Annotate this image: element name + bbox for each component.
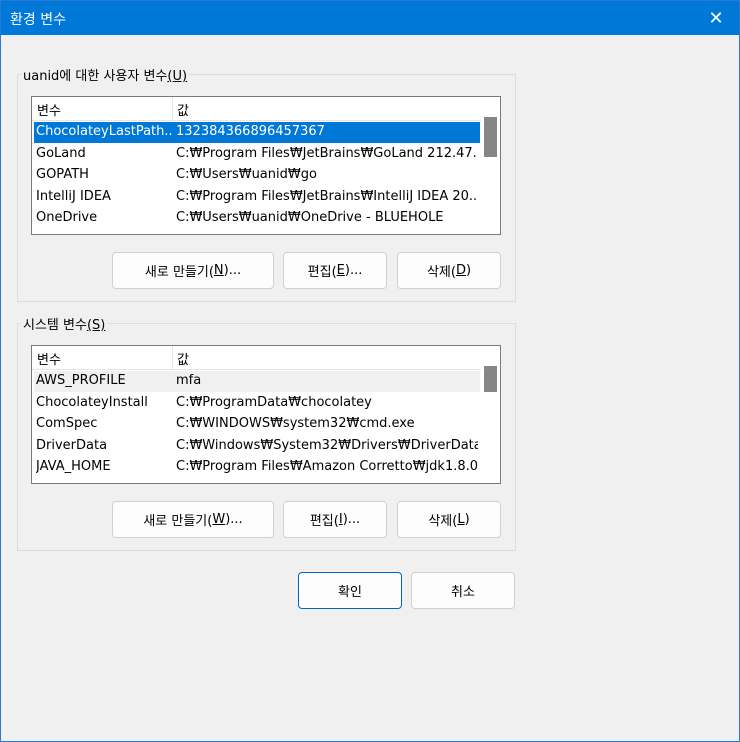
user-variables-list[interactable]: 변수 값 ChocolateyLastPath... 1323843668964…	[31, 96, 501, 235]
column-header-value[interactable]: 값	[177, 100, 189, 119]
variable-name: IntelliJ IDEA	[36, 189, 111, 204]
close-icon: ✕	[708, 7, 724, 29]
button-label-suffix: )...	[342, 512, 361, 527]
list-header: 변수 값	[32, 346, 500, 370]
variable-name: GOPATH	[36, 167, 89, 182]
variable-value: C:₩Program Files₩JetBrains₩GoLand 212.47…	[176, 146, 478, 161]
button-label: 편집(	[309, 514, 339, 529]
button-access-key: W	[212, 512, 226, 527]
button-label-suffix: )	[465, 263, 472, 278]
button-label-suffix: )	[464, 512, 470, 527]
button-access-key: E	[336, 263, 345, 278]
variable-name: DriverData	[36, 438, 108, 453]
variable-value: C:₩Program Files₩JetBrains₩IntelliJ IDEA…	[176, 189, 478, 204]
environment-variables-dialog: 환경 변수 ✕ uanid에 대한 사용자 변수(U) 변수 값 Chocola…	[0, 0, 740, 742]
column-header-value[interactable]: 값	[177, 349, 189, 368]
button-label: 삭제(	[428, 514, 458, 529]
system-delete-button[interactable]: 삭제(L)	[397, 501, 501, 538]
column-header-name[interactable]: 변수	[37, 349, 61, 368]
column-separator[interactable]	[172, 346, 173, 370]
button-access-key: D	[455, 263, 466, 278]
system-new-button[interactable]: 새로 만들기(W)...	[112, 501, 274, 538]
window-title: 환경 변수	[10, 12, 66, 28]
column-header-name[interactable]: 변수	[37, 100, 61, 119]
table-row[interactable]: ChocolateyLastPath... 132384366896457367	[34, 122, 480, 143]
scrollbar-thumb[interactable]	[484, 366, 497, 392]
button-access-key: L	[457, 512, 465, 527]
vertical-scrollbar[interactable]	[481, 97, 500, 234]
table-row[interactable]: JAVA_HOME C:₩Program Files₩Amazon Corret…	[34, 457, 480, 478]
vertical-scrollbar[interactable]	[481, 346, 500, 483]
button-label: 삭제(	[426, 265, 456, 280]
ok-button[interactable]: 확인	[298, 572, 402, 609]
table-row[interactable]: IntelliJ IDEA C:₩Program Files₩JetBrains…	[34, 187, 480, 208]
column-separator[interactable]	[172, 97, 173, 121]
button-label-suffix: )...	[225, 512, 243, 527]
system-variables-label: 시스템 변수(S)	[21, 314, 108, 333]
user-variables-label-key: (U)	[167, 69, 188, 84]
button-label: 취소	[451, 585, 475, 600]
button-access-key: N	[213, 263, 224, 278]
button-label: 확인	[338, 585, 362, 600]
system-variables-label-text: 시스템 변수	[23, 318, 87, 333]
user-edit-button[interactable]: 편집(E)...	[283, 252, 387, 289]
variable-value: C:₩Users₩uanid₩OneDrive - BLUEHOLE	[176, 210, 444, 225]
variable-name: OneDrive	[36, 210, 98, 225]
user-variables-label: uanid에 대한 사용자 변수(U)	[21, 65, 190, 84]
table-row[interactable]: OneDrive C:₩Users₩uanid₩OneDrive - BLUEH…	[34, 208, 480, 229]
table-row[interactable]: GOPATH C:₩Users₩uanid₩go	[34, 165, 480, 186]
user-delete-button[interactable]: 삭제(D)	[397, 252, 501, 289]
scrollbar-thumb[interactable]	[484, 117, 497, 157]
user-new-button[interactable]: 새로 만들기(N)...	[112, 252, 274, 289]
button-label: 편집(	[307, 265, 337, 280]
table-row[interactable]: DriverData C:₩Windows₩System32₩Drivers₩D…	[34, 436, 480, 457]
variable-name: AWS_PROFILE	[36, 373, 126, 388]
button-label-suffix: )...	[223, 263, 242, 278]
system-variables-list[interactable]: 변수 값 AWS_PROFILE mfa ChocolateyInstall C…	[31, 345, 501, 484]
variable-value: C:₩Users₩uanid₩go	[176, 167, 317, 182]
button-label: 새로 만들기(	[143, 514, 213, 529]
cancel-button[interactable]: 취소	[411, 572, 515, 609]
system-edit-button[interactable]: 편집(I)...	[283, 501, 387, 538]
list-header: 변수 값	[32, 97, 500, 121]
variable-value: C:₩Windows₩System32₩Drivers₩DriverData	[176, 438, 478, 453]
variable-value: mfa	[176, 373, 202, 388]
variable-name: JAVA_HOME	[36, 459, 111, 474]
table-row[interactable]: ComSpec C:₩WINDOWS₩system32₩cmd.exe	[34, 414, 480, 435]
title-bar: 환경 변수 ✕	[1, 1, 739, 35]
button-label: 새로 만들기(	[144, 265, 214, 280]
user-variables-label-text: uanid에 대한 사용자 변수	[23, 69, 168, 84]
variable-name: ChocolateyLastPath...	[36, 124, 172, 139]
variable-name: ChocolateyInstall	[36, 395, 148, 410]
table-row[interactable]: GoLand C:₩Program Files₩JetBrains₩GoLand…	[34, 144, 480, 165]
variable-value: C:₩Program Files₩Amazon Corretto₩jdk1.8.…	[176, 459, 478, 474]
close-button[interactable]: ✕	[693, 1, 739, 35]
variable-name: ComSpec	[36, 416, 98, 431]
variable-value: C:₩WINDOWS₩system32₩cmd.exe	[176, 416, 415, 431]
table-row[interactable]: AWS_PROFILE mfa	[34, 371, 480, 392]
system-variables-label-key: (S)	[86, 318, 106, 333]
button-label-suffix: )...	[344, 263, 363, 278]
table-row[interactable]: ChocolateyInstall C:₩ProgramData₩chocola…	[34, 393, 480, 414]
variable-name: GoLand	[36, 146, 86, 161]
variable-value: C:₩ProgramData₩chocolatey	[176, 395, 372, 410]
variable-value: 132384366896457367	[176, 124, 325, 139]
